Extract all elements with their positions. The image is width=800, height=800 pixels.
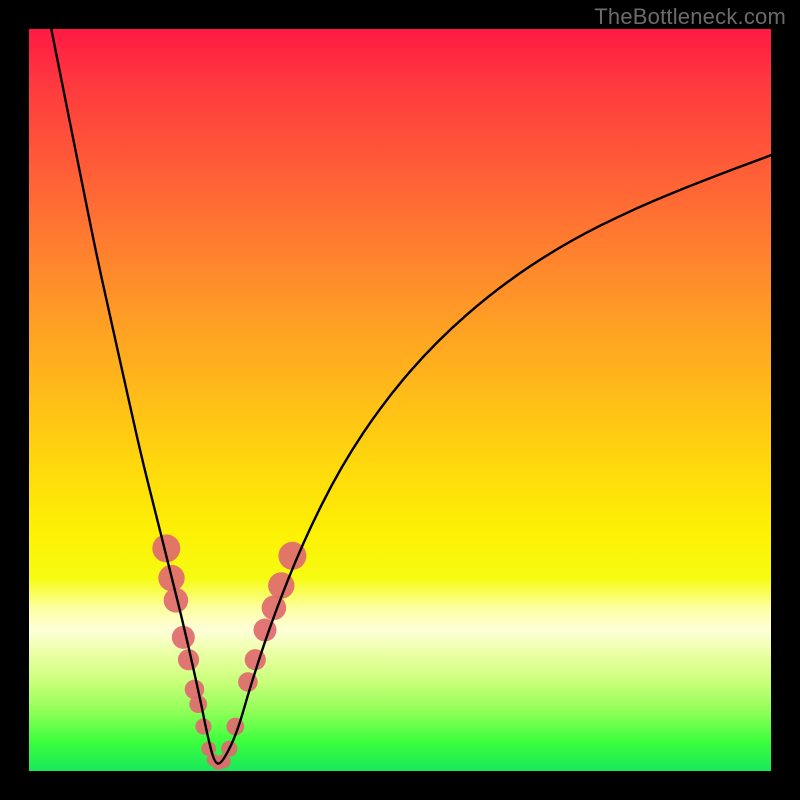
watermark-text: TheBottleneck.com <box>594 4 786 30</box>
chart-frame: TheBottleneck.com <box>0 0 800 800</box>
plot-area <box>29 29 771 771</box>
markers-group <box>152 534 306 770</box>
chart-svg <box>29 29 771 771</box>
v-curve <box>51 29 771 764</box>
marker-dot <box>189 695 207 713</box>
